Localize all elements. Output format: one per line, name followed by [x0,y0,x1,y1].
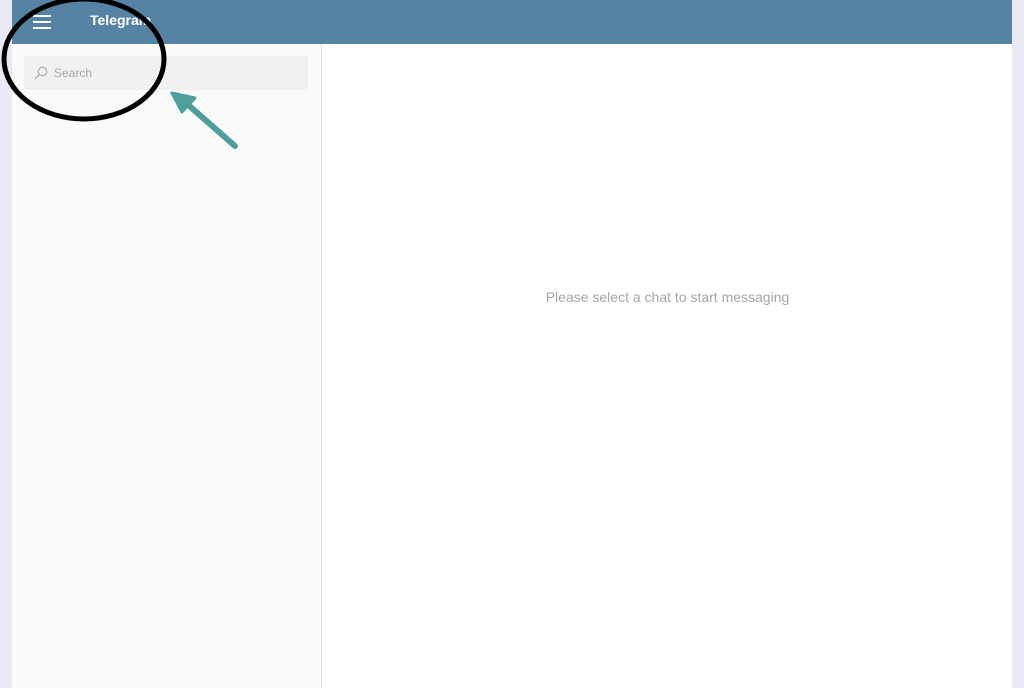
app-title: Telegram [90,12,152,28]
empty-state-message: Please select a chat to start messaging [545,289,790,305]
menu-button[interactable] [28,8,56,36]
top-bar: Telegram [12,0,1012,44]
search-icon [34,66,48,80]
hamburger-menu-icon [33,15,51,29]
telegram-window: Telegram Please select a chat to start m… [12,0,1012,688]
conversation-panel: Please select a chat to start messaging [323,44,1012,688]
chat-list-sidebar [12,44,322,688]
search-input[interactable] [54,56,304,90]
search-box[interactable] [24,56,308,90]
